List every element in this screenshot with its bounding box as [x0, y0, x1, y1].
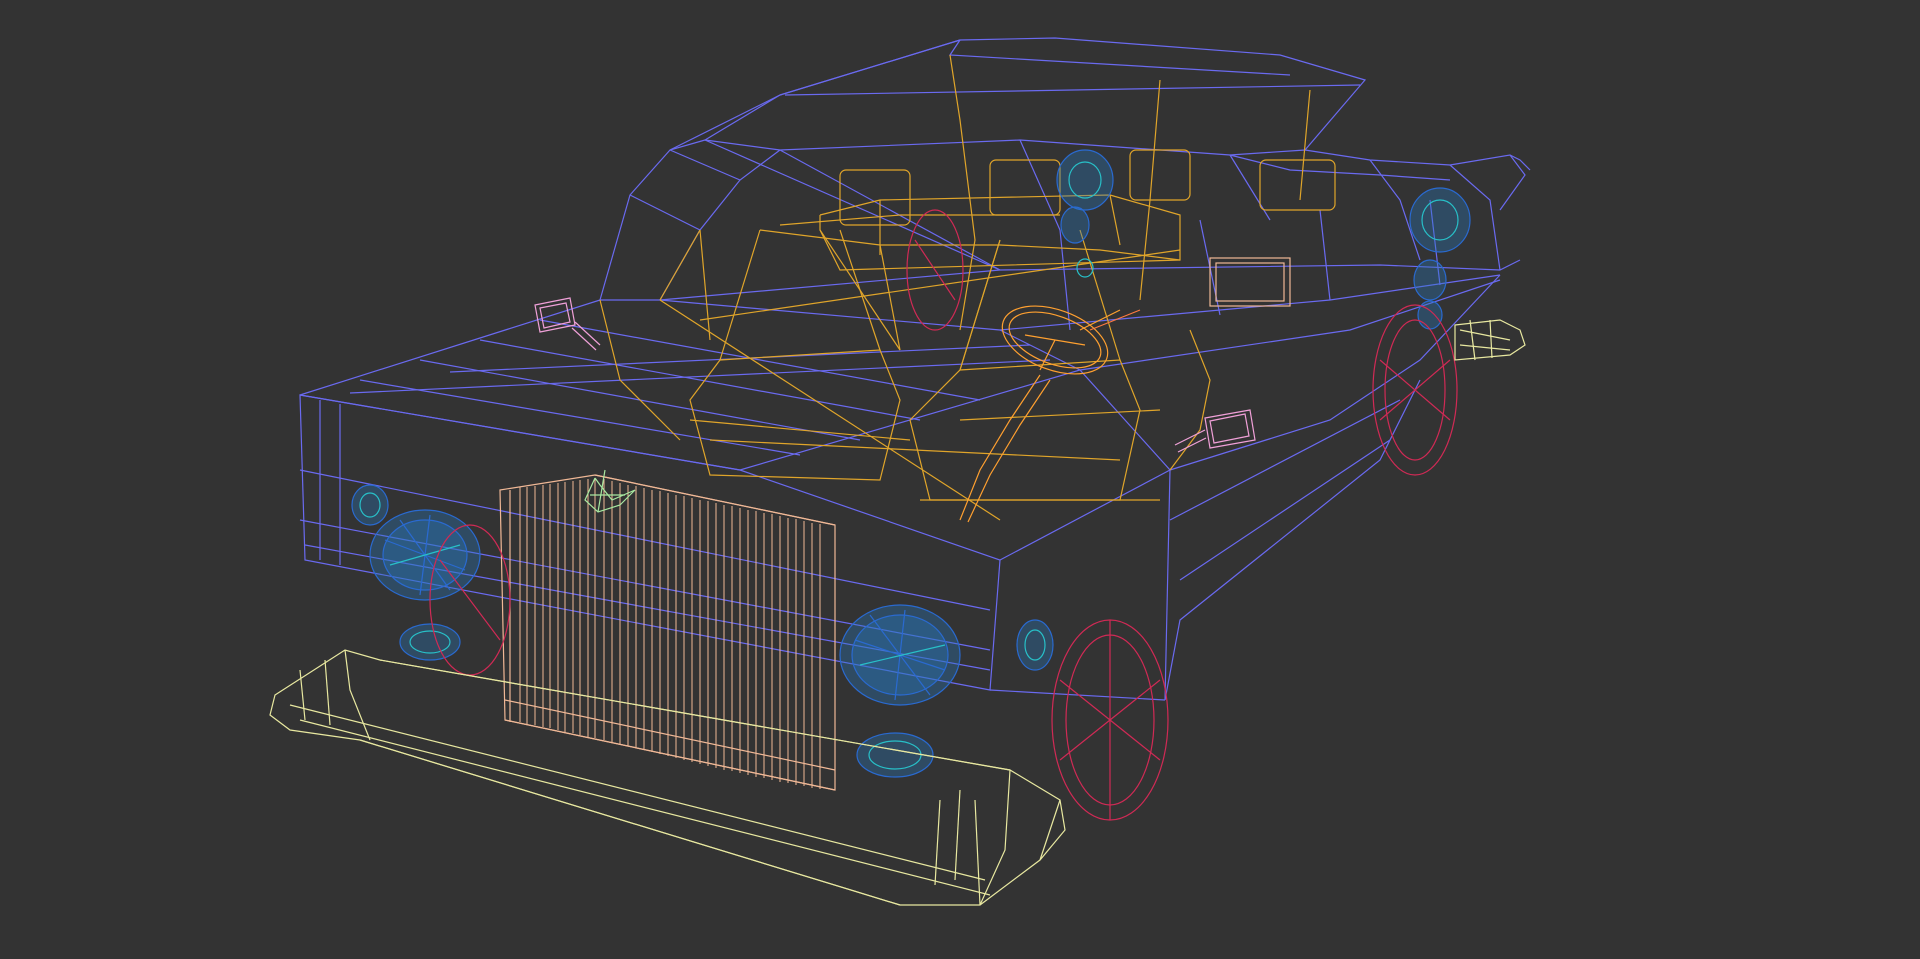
tire-front-right: [1051, 619, 1169, 821]
side-mirror-right: [1174, 409, 1256, 453]
fog-light-left: [399, 623, 461, 661]
indicator-left: [351, 484, 389, 526]
car-body-wireframe: [299, 37, 1531, 701]
car-wireframe: [269, 37, 1531, 906]
side-mirror-left: [534, 297, 601, 351]
headlight-left: [369, 509, 481, 601]
tire-rear-left: [906, 209, 964, 331]
interior-wireframe: [599, 54, 1336, 521]
3d-viewport[interactable]: [0, 0, 1920, 959]
indicator-right: [1016, 619, 1054, 671]
tire-rear-right: [1372, 304, 1458, 476]
rear-bumper: [1454, 319, 1526, 361]
headlight-right: [839, 604, 961, 706]
